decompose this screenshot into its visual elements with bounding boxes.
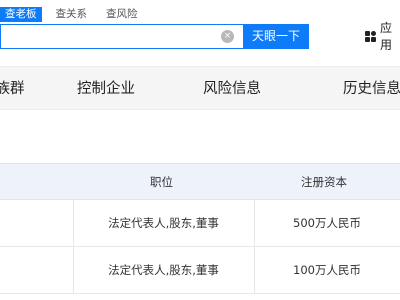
cell-capital: 100万人民币 (293, 263, 361, 277)
search-input[interactable] (1, 25, 243, 48)
cell-position: 法定代表人,股东,董事 (108, 263, 219, 277)
cell-capital: 500万人民币 (293, 216, 361, 230)
table-header: 职位 注册资本 (0, 163, 400, 200)
tab-search-relation[interactable]: 查关系 (51, 7, 93, 22)
section-nav: 家族群 控制企业 风险信息 历史信息 (0, 66, 400, 110)
search-bar: × 天眼一下 (0, 24, 309, 49)
cell-position: 法定代表人,股东,董事 (108, 216, 219, 230)
nav-item-controlled-companies[interactable]: 控制企业 (77, 67, 135, 111)
tab-search-boss[interactable]: 查老板 (0, 7, 42, 22)
clear-icon[interactable]: × (221, 30, 234, 43)
table-row[interactable]: 法定代表人,股东,董事 100万人民币 (0, 247, 400, 294)
tab-search-risk[interactable]: 查风险 (101, 7, 143, 22)
app-link-label: 应用 (380, 21, 393, 52)
app-link[interactable]: 应用 (365, 21, 400, 52)
app-grid-icon (365, 30, 376, 42)
nav-item-family[interactable]: 家族群 (0, 67, 25, 111)
search-button[interactable]: 天眼一下 (243, 24, 309, 49)
column-header-capital: 注册资本 (301, 175, 347, 189)
table-row[interactable]: 法定代表人,股东,董事 500万人民币 (0, 200, 400, 247)
nav-item-risk-info[interactable]: 风险信息 (203, 67, 261, 111)
column-header-position: 职位 (150, 175, 173, 189)
search-input-wrapper: × (0, 24, 243, 49)
nav-item-history-info[interactable]: 历史信息 (343, 67, 400, 111)
search-type-tabs: 查老板 查关系 查风险 (0, 7, 152, 22)
